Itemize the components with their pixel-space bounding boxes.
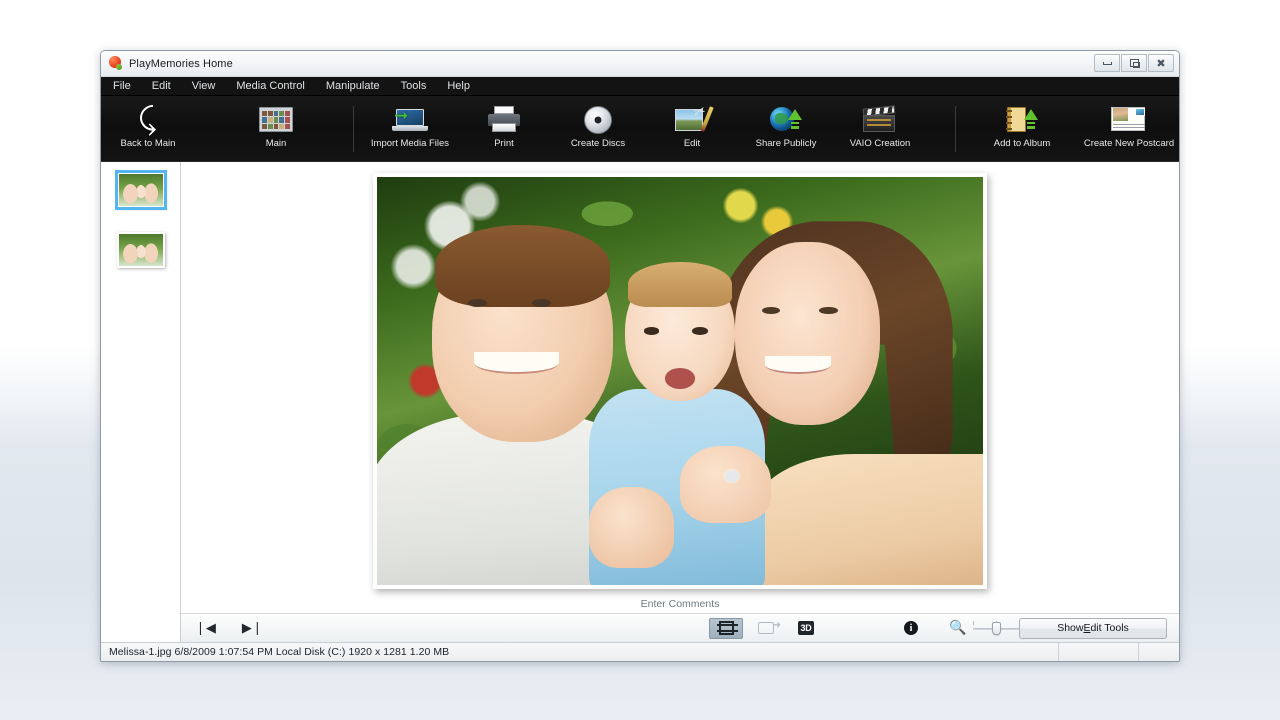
three-d-icon: 3D (798, 621, 815, 635)
restore-button[interactable] (1121, 54, 1147, 72)
thumbnail-grid-icon (255, 104, 297, 136)
main-toolbar: ⤸ Back to Main Main ➞ Import Media Files (101, 96, 1179, 162)
album-upload-icon (1001, 104, 1043, 136)
navigation-group: ❘◀ ▶❘ (195, 622, 263, 635)
close-button[interactable]: ✖ (1148, 54, 1174, 72)
toolbar-label-add-to-album: Add to Album (994, 139, 1051, 149)
toolbar-button-import-media-files[interactable]: ➞ Import Media Files (363, 98, 457, 160)
photo-viewer: Enter Comments ❘◀ ▶❘ 3D (181, 162, 1179, 642)
zoom-slider-handle[interactable] (992, 622, 1001, 635)
toolbar-label-print: Print (494, 139, 514, 149)
toolbar-group-actions: ➞ Import Media Files Print Create Discs … (363, 96, 927, 161)
slideshow-button[interactable] (749, 618, 783, 639)
enter-comments-field[interactable]: Enter Comments (641, 598, 720, 610)
menu-item-media-control[interactable]: Media Control (234, 79, 306, 93)
toolbar-button-vaio-creation[interactable]: VAIO Creation (833, 98, 927, 160)
fit-to-window-button[interactable] (709, 618, 743, 639)
toolbar-button-create-new-postcard[interactable]: Create New Postcard (1069, 98, 1180, 160)
comments-row: Enter Comments (181, 595, 1179, 613)
status-bar-text: Melissa-1.jpg 6/8/2009 1:07:54 PM Local … (109, 646, 449, 658)
minimize-button[interactable] (1094, 54, 1120, 72)
back-arrow-icon: ⤸ (127, 104, 169, 136)
playmemories-app-icon (108, 56, 123, 71)
view-mode-group: 3D (709, 618, 823, 639)
toolbar-button-print[interactable]: Print (457, 98, 551, 160)
window-controls: ✖ (1094, 54, 1174, 72)
photo-frame[interactable] (373, 173, 987, 589)
thumbnail-pane (101, 162, 181, 642)
application-window: PlayMemories Home ✖ File Edit View Media… (100, 50, 1180, 662)
toolbar-button-create-discs[interactable]: Create Discs (551, 98, 645, 160)
toolbar-group-album: Add to Album Create New Postcard (975, 96, 1180, 161)
toolbar-separator-2 (955, 106, 956, 152)
title-bar[interactable]: PlayMemories Home ✖ (101, 51, 1179, 77)
thumbnail-item-1[interactable] (117, 172, 165, 208)
toolbar-button-add-to-album[interactable]: Add to Album (975, 98, 1069, 160)
work-area: Enter Comments ❘◀ ▶❘ 3D (101, 162, 1179, 642)
menu-item-manipulate[interactable]: Manipulate (324, 79, 382, 93)
toolbar-label-edit: Edit (684, 139, 700, 149)
slideshow-icon (758, 622, 774, 634)
toolbar-label-import-media-files: Import Media Files (371, 139, 449, 149)
printer-icon (483, 104, 525, 136)
menu-item-file[interactable]: File (111, 79, 133, 93)
show-edit-tools-button[interactable]: Show Edit Tools (1019, 618, 1167, 639)
menu-bar: File Edit View Media Control Manipulate … (101, 77, 1179, 96)
thumbnail-image-1 (119, 174, 163, 206)
show-edit-tools-label-after: dit Tools (1090, 622, 1128, 634)
window-title: PlayMemories Home (129, 58, 233, 70)
next-image-button[interactable]: ▶❘ (242, 622, 263, 635)
close-icon: ✖ (1156, 58, 1165, 69)
toolbar-label-main: Main (266, 139, 287, 149)
toolbar-separator-1 (353, 106, 354, 152)
laptop-import-icon: ➞ (389, 104, 431, 136)
photo-stage (181, 162, 1179, 595)
viewer-controls-bar: ❘◀ ▶❘ 3D i 🔍 (181, 613, 1179, 642)
window-reflection: Melissa-1.jpg 6/8/2009 1:07:54 PM Local … (100, 664, 1180, 720)
menu-item-view[interactable]: View (190, 79, 218, 93)
menu-item-help[interactable]: Help (445, 79, 472, 93)
toolbar-group-navigation: ⤸ Back to Main (101, 96, 195, 161)
photo-pencil-scissors-icon: ✂ (671, 104, 713, 136)
minimize-icon (1103, 62, 1112, 65)
main-photo-image (377, 177, 983, 585)
toolbar-button-main[interactable]: Main (229, 98, 323, 160)
toolbar-button-edit[interactable]: ✂ Edit (645, 98, 739, 160)
globe-upload-icon (765, 104, 807, 136)
status-bar-divider-1 (1058, 643, 1059, 661)
fit-to-window-icon (719, 621, 734, 635)
menu-item-tools[interactable]: Tools (399, 79, 429, 93)
menu-item-edit[interactable]: Edit (150, 79, 173, 93)
toolbar-label-back-to-main: Back to Main (121, 139, 176, 149)
show-edit-tools-accel: E (1083, 622, 1090, 634)
toolbar-label-share-publicly: Share Publicly (756, 139, 817, 149)
clapperboard-icon (859, 104, 901, 136)
show-edit-tools-label-before: Show (1057, 622, 1083, 634)
restore-icon (1130, 59, 1139, 67)
toolbar-label-create-new-postcard: Create New Postcard (1084, 139, 1174, 149)
previous-image-button[interactable]: ❘◀ (195, 622, 216, 635)
image-info-button[interactable]: i (904, 621, 918, 635)
status-bar-divider-2 (1138, 643, 1139, 661)
toolbar-label-create-discs: Create Discs (571, 139, 625, 149)
postcard-icon (1108, 104, 1150, 136)
status-bar: Melissa-1.jpg 6/8/2009 1:07:54 PM Local … (101, 642, 1179, 661)
disc-icon (577, 104, 619, 136)
zoom-out-icon[interactable]: 🔍 (949, 621, 966, 635)
toolbar-group-main: Main (229, 96, 323, 161)
thumbnail-item-2[interactable] (117, 232, 165, 268)
thumbnail-image-2 (119, 234, 163, 266)
toolbar-label-vaio-creation: VAIO Creation (850, 139, 911, 149)
toolbar-button-share-publicly[interactable]: Share Publicly (739, 98, 833, 160)
three-d-button[interactable]: 3D (789, 618, 823, 639)
toolbar-button-back-to-main[interactable]: ⤸ Back to Main (101, 98, 195, 160)
